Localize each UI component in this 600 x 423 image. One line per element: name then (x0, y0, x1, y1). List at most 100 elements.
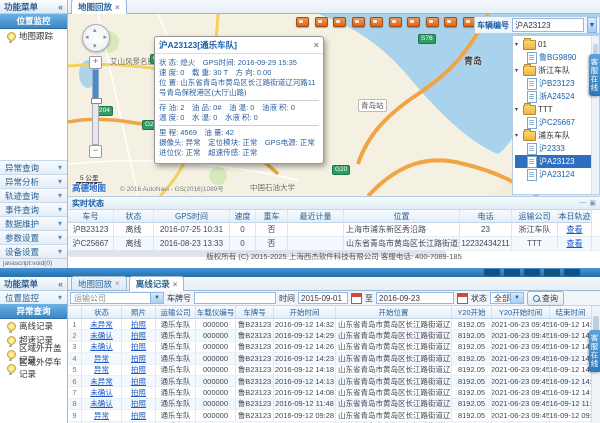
taskbar-button[interactable] (484, 269, 500, 276)
plate-input[interactable] (194, 292, 276, 304)
expand-icon[interactable]: ▾ (515, 67, 521, 74)
tree-item[interactable]: 沪A23124 (515, 168, 599, 181)
column-header: 位置 (344, 210, 460, 223)
tree-item[interactable]: 沪2333 (515, 142, 599, 155)
photo-link[interactable]: 拍照 (122, 387, 156, 397)
service-online-badge-top[interactable]: 客服在线 (589, 54, 600, 96)
tree-folder[interactable]: ▾01 (515, 38, 599, 51)
sidebar-section-exception-query[interactable]: 异常查询 (0, 304, 67, 319)
tree-folder[interactable]: ▾TTT (515, 103, 599, 116)
taskbar-button[interactable] (504, 269, 520, 276)
section-label: 数据维护 (5, 218, 39, 230)
date-from-input[interactable] (298, 292, 348, 304)
zoom-slider[interactable]: + − (88, 56, 101, 156)
pan-control[interactable]: ▴▾ ◂▸ (82, 24, 110, 52)
sidebar-item-map-tracking[interactable]: 地图跟踪 (0, 29, 67, 43)
vehicle-marker[interactable] (352, 17, 365, 27)
status-link[interactable]: 未确认 (82, 342, 122, 352)
photo-link[interactable]: 拍照 (122, 319, 156, 329)
tree-item[interactable]: 浙A24524 (515, 90, 599, 103)
date-to-input[interactable] (376, 292, 454, 304)
vehicle-marker[interactable] (315, 17, 328, 27)
photo-link[interactable]: 拍照 (122, 365, 156, 375)
calendar-icon[interactable] (351, 293, 362, 304)
vehicle-marker[interactable] (389, 17, 402, 27)
status-link[interactable]: 未确认 (82, 330, 122, 340)
calendar-icon[interactable] (457, 293, 468, 304)
status-link[interactable]: 未异常 (82, 376, 122, 386)
sidebar-item[interactable]: 离线记录 (0, 319, 67, 333)
sidebar-section[interactable]: 设备设置▾ (0, 244, 67, 258)
service-online-badge-bottom[interactable]: 客服在线 (589, 330, 600, 372)
expand-icon[interactable]: ▾ (515, 41, 521, 48)
status-link[interactable]: 未异常 (82, 319, 122, 329)
chevron-down-icon[interactable]: ▼ (587, 17, 597, 33)
tree-item[interactable]: 沪B23123 (515, 77, 599, 90)
expand-icon[interactable]: ▾ (515, 106, 521, 113)
table-cell: 000000 (196, 330, 236, 340)
taskbar-button[interactable] (524, 269, 540, 276)
tree-folder[interactable]: ▾浦东车队 (515, 129, 599, 142)
photo-link[interactable]: 拍照 (122, 410, 156, 420)
status-link[interactable]: 异常 (82, 365, 122, 375)
map-label: 青岛 (464, 54, 482, 67)
tree-folder[interactable]: ▾浙江车队 (515, 64, 599, 77)
sidebar-section-location-monitor[interactable]: 位置监控 (0, 14, 67, 29)
collapse-panel-icon[interactable]: — (579, 199, 586, 207)
chevron-down-icon: ▾ (58, 163, 62, 172)
photo-link[interactable]: 拍照 (122, 399, 156, 409)
sidebar-section[interactable]: 事件查询▾ (0, 202, 67, 216)
status-link[interactable]: 未确认 (82, 399, 122, 409)
photo-link[interactable]: 拍照 (122, 376, 156, 386)
photo-link[interactable]: 拍照 (122, 330, 156, 340)
vehicle-number-input[interactable] (512, 18, 584, 32)
taskbar-button[interactable] (544, 269, 560, 276)
sidebar-section[interactable]: 异常分析▾ (0, 174, 67, 188)
zoom-track[interactable] (92, 69, 99, 145)
status-link[interactable]: 异常 (82, 353, 122, 363)
vehicle-marker[interactable] (333, 17, 346, 27)
table-cell: 鲁B23123 (236, 365, 274, 375)
status-link[interactable]: 未确认 (82, 387, 122, 397)
company-select[interactable]: 运输公司 ▼ (70, 292, 164, 304)
collapse-icon[interactable]: « (58, 2, 63, 12)
popup-line: 摄像头: 异常 定位模块: 正常 GPS电源: 正常 (159, 138, 319, 148)
expand-icon[interactable]: ▾ (515, 132, 521, 139)
sidebar-section[interactable]: 异常查询▾ (0, 160, 67, 174)
zoom-out-button[interactable]: − (89, 145, 102, 158)
popup-close-icon[interactable]: × (314, 40, 319, 50)
tab-map-playback[interactable]: 地图回放 × (71, 0, 127, 14)
sidebar-section-location-monitor[interactable]: 位置监控 ▾ (0, 291, 67, 304)
vehicle-marker[interactable] (426, 17, 439, 27)
photo-link[interactable]: 拍照 (122, 342, 156, 352)
status-link[interactable]: 异常 (82, 410, 122, 420)
maximize-panel-icon[interactable]: ▣ (589, 199, 596, 207)
close-icon[interactable]: × (115, 279, 120, 288)
vehicle-marker[interactable] (407, 17, 420, 27)
collapse-icon[interactable]: « (58, 279, 63, 289)
tree-item[interactable]: 沪A23123 (515, 155, 599, 168)
status-select[interactable]: 全部 ▼ (490, 292, 524, 304)
sidebar-item[interactable]: 区域外停车记录 (0, 361, 67, 375)
vehicle-marker[interactable] (296, 17, 309, 27)
close-icon[interactable]: × (173, 280, 178, 289)
zoom-in-button[interactable]: + (89, 56, 102, 69)
tab-offline-records[interactable]: 离线记录 × (129, 276, 185, 291)
zoom-thumb[interactable] (91, 98, 102, 104)
vehicle-marker[interactable] (444, 17, 457, 27)
close-icon[interactable]: × (115, 3, 120, 12)
section-label: 异常分析 (5, 176, 39, 188)
photo-link[interactable]: 拍照 (122, 353, 156, 363)
taskbar-button[interactable] (564, 269, 580, 276)
sidebar-section[interactable]: 轨迹查询▾ (0, 188, 67, 202)
table-cell: 通乐车队 (156, 387, 196, 397)
search-button[interactable]: 查询 (527, 291, 564, 306)
vehicle-marker[interactable] (370, 17, 383, 27)
sidebar-section[interactable]: 数据维护▾ (0, 216, 67, 230)
tree-item[interactable]: 沪C25667 (515, 116, 599, 129)
track-view-link[interactable]: 查看 (558, 223, 592, 236)
track-view-link[interactable]: 查看 (558, 237, 592, 250)
tree-item[interactable]: 鲁BG9890 (515, 51, 599, 64)
sidebar-section[interactable]: 参数设置▾ (0, 230, 67, 244)
tab-map-playback[interactable]: 地图回放 × (71, 276, 127, 290)
